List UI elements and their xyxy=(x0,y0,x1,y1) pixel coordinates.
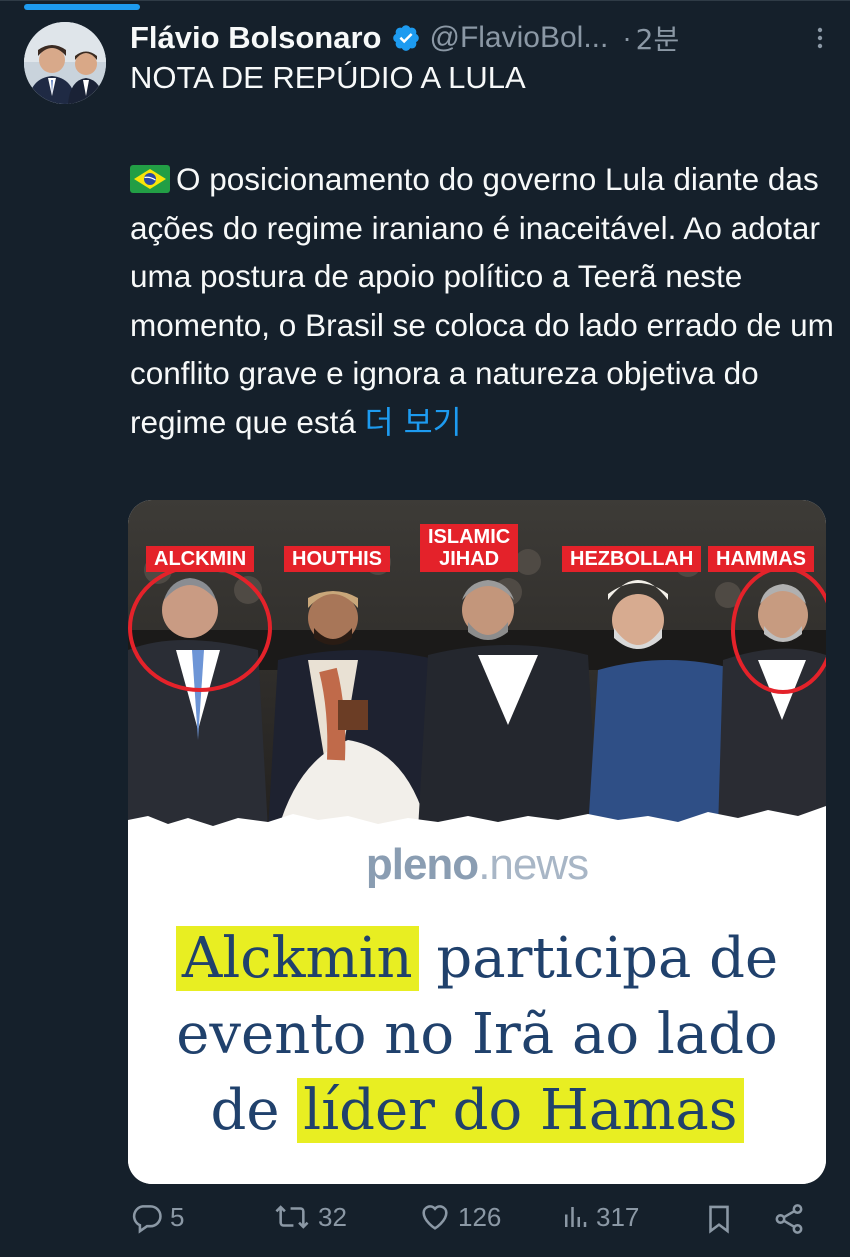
like-count: 126 xyxy=(458,1201,502,1232)
avatar[interactable] xyxy=(24,22,106,104)
show-more-link[interactable]: 더 보기 xyxy=(365,405,462,441)
more-options-icon[interactable] xyxy=(808,26,832,50)
author-handle[interactable]: @FlavioBol... xyxy=(429,21,608,55)
tab-indicator xyxy=(24,4,140,10)
label-houthis: HOUTHIS xyxy=(284,546,390,572)
tweet-body-text: O posicionamento do governo Lula diante … xyxy=(130,161,834,440)
headline-line-2: evento no Irã ao lado xyxy=(176,1002,778,1067)
views-chart-icon xyxy=(565,1207,587,1227)
label-hammas: HAMMAS xyxy=(708,546,814,572)
tweet-headline: NOTA DE REPÚDIO A LULA xyxy=(130,60,526,95)
top-divider xyxy=(0,0,850,1)
view-count: 317 xyxy=(596,1201,640,1232)
label-islamic-jihad: ISLAMIC JIHAD xyxy=(420,524,519,572)
separator-dot: · xyxy=(622,22,632,53)
heart-icon xyxy=(422,1205,448,1230)
label-islamic-line1: ISLAMIC xyxy=(428,526,511,548)
headline-line-3-pre: de xyxy=(210,1078,298,1143)
headline-line-1-rest: participa de xyxy=(418,926,779,991)
reply-count: 5 xyxy=(170,1201,185,1232)
label-islamic-line2: JIHAD xyxy=(439,548,500,570)
bookmark-icon[interactable] xyxy=(702,1202,736,1236)
verified-badge-icon xyxy=(393,25,420,51)
headline-line-3: de líder do Hamas xyxy=(128,1076,826,1146)
highlight-lider-hamas: líder do Hamas xyxy=(297,1078,744,1143)
views-button[interactable]: 317 xyxy=(560,1200,639,1234)
retweet-button[interactable]: 32 xyxy=(272,1200,347,1234)
reply-icon xyxy=(132,1205,162,1234)
share-icon[interactable] xyxy=(772,1202,806,1236)
label-hezbollah: HEZBOLLAH xyxy=(562,546,702,572)
pleno-news-logo: pleno.news xyxy=(128,840,826,890)
retweet-icon xyxy=(275,1205,309,1229)
tweet-media-image[interactable]: ALCKMIN HOUTHIS ISLAMIC JIHAD HEZBOLLAH … xyxy=(128,500,826,1184)
retweet-count: 32 xyxy=(318,1201,347,1232)
highlight-alckmin: Alckmin xyxy=(175,926,419,991)
tweet-header: Flávio Bolsonaro @FlavioBol... · 2분 xyxy=(130,18,830,58)
brand-light: .news xyxy=(478,840,589,889)
brazil-flag-icon xyxy=(130,165,170,193)
timestamp[interactable]: 2분 xyxy=(636,18,680,58)
tweet-actions: 5 32 126 317 xyxy=(130,1200,830,1250)
headline-line-1: Alckmin participa de xyxy=(128,924,826,994)
author-name[interactable]: Flávio Bolsonaro xyxy=(130,20,381,56)
label-alckmin: ALCKMIN xyxy=(146,546,255,572)
brand-bold: pleno xyxy=(365,840,479,889)
like-button[interactable]: 126 xyxy=(418,1200,501,1234)
reply-button[interactable]: 5 xyxy=(130,1200,184,1234)
tweet-body: O posicionamento do governo Lula diante … xyxy=(130,155,840,447)
